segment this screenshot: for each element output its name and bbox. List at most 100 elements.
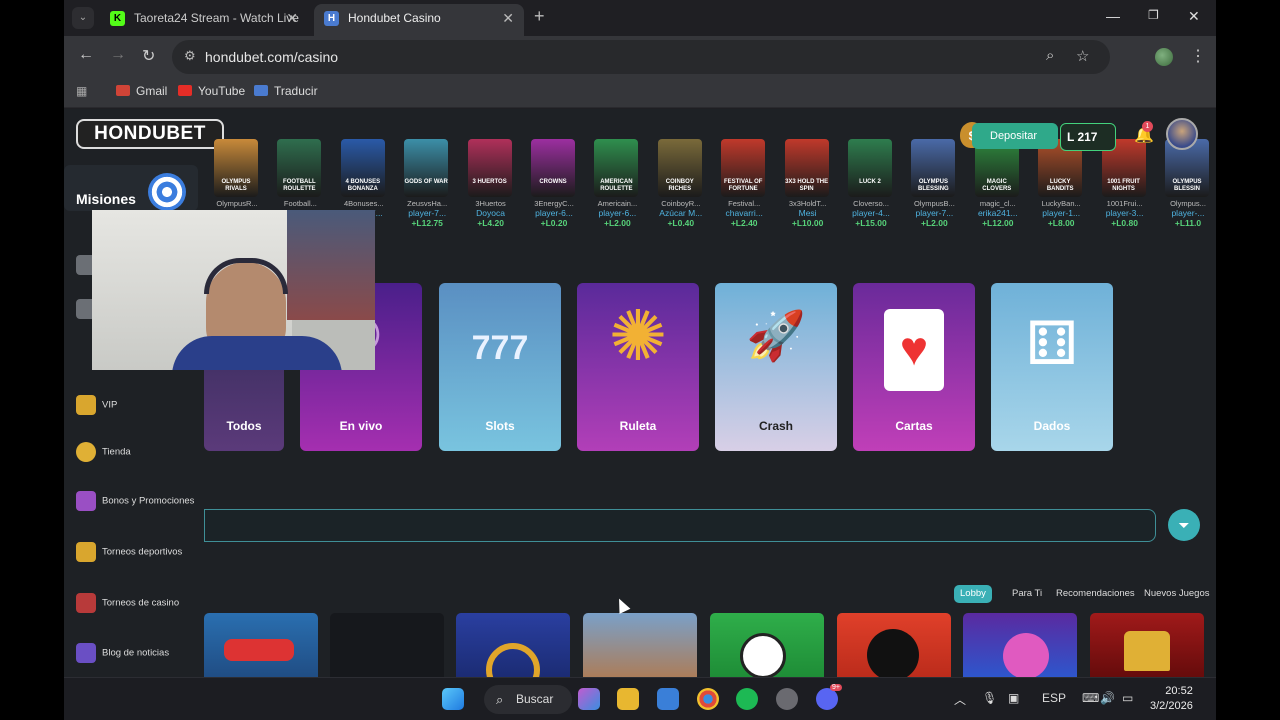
taskbar-search[interactable]: ⌕ Buscar [484, 685, 572, 714]
battery-icon[interactable]: ▭ [1122, 691, 1133, 705]
bookmark-youtube[interactable]: YouTube [178, 84, 245, 98]
recent-win-card[interactable]: LUCK 2 Cloverso... player-4... +L15.00 [848, 139, 894, 228]
discord-badge: 9+ [830, 684, 842, 691]
win-amount: +L0.20 [540, 218, 568, 228]
recent-win-card[interactable]: FOOTBALL ROULETTE Football... [277, 139, 323, 208]
windows-start-icon[interactable] [442, 688, 464, 710]
sidebar-item-vip[interactable]: VIP [76, 395, 117, 419]
close-tab-icon[interactable]: ✕ [502, 4, 514, 32]
copilot-icon[interactable] [578, 688, 600, 710]
discord-icon[interactable] [816, 688, 838, 710]
game-name: 3EnergyC... [534, 199, 574, 208]
recent-win-card[interactable]: GODS OF WAR ZeusvsHa... player-7... +L12.75 [404, 139, 450, 228]
chrome-icon[interactable] [697, 688, 719, 710]
file-explorer-icon[interactable] [617, 688, 639, 710]
deposit-button[interactable]: Depositar [972, 123, 1058, 149]
tab-kick[interactable]: K Taoreta24 Stream - Watch Live ✕ [100, 4, 308, 36]
gift-icon [76, 491, 96, 511]
game-tile[interactable] [330, 613, 444, 677]
recent-win-card[interactable]: FESTIVAL OF FORTUNE Festival... chavarri..… [721, 139, 767, 228]
site-info-icon[interactable]: ⚙ [184, 48, 196, 64]
app-icon[interactable] [776, 688, 798, 710]
category-dados[interactable]: ⚅ Dados [991, 283, 1113, 451]
recent-win-card[interactable]: OLYMPUS BLESSIN Olympus... player-... +L11.… [1165, 139, 1211, 228]
tray-app-icon[interactable]: ▣ [1008, 691, 1019, 705]
minimize-button[interactable]: — [1106, 8, 1120, 24]
clock[interactable]: 20:52 3/2/2026 [1150, 684, 1193, 714]
balance-display[interactable]: L 217 [1060, 123, 1116, 151]
bookmarks-bar: ▦ Gmail YouTube Traducir [64, 78, 1216, 108]
outlook-icon[interactable] [657, 688, 679, 710]
missions-card[interactable]: Misiones [64, 165, 198, 211]
recent-win-card[interactable]: 3 HUERTOS 3Huertos Doyoca +L4.20 [467, 139, 514, 228]
bomb-icon [867, 629, 919, 677]
tab-recomendaciones[interactable]: Recomendaciones [1050, 585, 1141, 603]
sidebar-item-blog[interactable]: Blog de noticias [76, 643, 169, 667]
plane-icon [224, 639, 294, 661]
recent-win-card[interactable]: CROWNS 3EnergyC... player-6... +L0.20 [531, 139, 577, 228]
forward-button[interactable]: → [110, 46, 126, 64]
address-bar[interactable]: ⚙ hondubet.com/casino ⌕ ☆ [172, 40, 1110, 74]
recent-win-card[interactable]: MAGIC CLOVERS magic_cl... erika241... +L12.… [974, 139, 1021, 228]
game-tile[interactable] [963, 613, 1077, 677]
recent-win-card[interactable]: 3X3 HOLD THE SPIN 3x3HoldT... Mesi +L10.00 [784, 139, 831, 228]
tab-search-button[interactable]: ⌄ [72, 7, 94, 29]
tray-chevron-icon[interactable]: ︿ [954, 691, 966, 708]
game-search-input[interactable] [204, 509, 1156, 542]
recent-win-card[interactable]: AMERICAN ROULETTE Americain... player-6...… [594, 139, 640, 228]
recent-win-card[interactable]: LUCKY BANDITS LuckyBan... player-1... +L8.0… [1038, 139, 1084, 228]
recent-win-card[interactable]: 1001 FRUIT NIGHTS 1001Frui... player-3... +… [1101, 139, 1148, 228]
category-slots[interactable]: 777 Slots [439, 283, 561, 451]
tab-para-ti[interactable]: Para Ti [1006, 585, 1048, 603]
user-avatar[interactable] [1166, 118, 1198, 150]
coin-icon [486, 643, 540, 677]
profile-avatar[interactable] [1155, 48, 1173, 66]
bookmark-gmail[interactable]: Gmail [116, 84, 167, 98]
game-tile[interactable] [1090, 613, 1204, 677]
game-tile[interactable] [583, 613, 697, 677]
game-tile[interactable] [204, 613, 318, 677]
zoom-icon[interactable]: ⌕ [1046, 47, 1054, 64]
sidebar-item-tienda[interactable]: Tienda [76, 442, 131, 466]
sidebar-item-torneos-casino[interactable]: Torneos de casino [76, 593, 179, 617]
sidebar-item-bonos[interactable]: Bonos y Promociones [76, 491, 194, 515]
game-tile[interactable] [456, 613, 570, 677]
recent-win-card[interactable]: OLYMPUS BLESSING OlympusB... player-7... +L… [911, 139, 957, 228]
win-amount: +L8.00 [1047, 218, 1075, 228]
game-tile[interactable] [710, 613, 824, 677]
mouse-cursor [613, 596, 631, 614]
sidebar-item-torneos-deportivos[interactable]: Torneos deportivos [76, 542, 182, 566]
tab-lobby[interactable]: Lobby [954, 585, 992, 603]
volume-icon[interactable]: 🔊 [1100, 691, 1115, 705]
close-window-button[interactable]: ✕ [1188, 8, 1200, 25]
category-ruleta[interactable]: ✺ Ruleta [577, 283, 699, 451]
language-indicator[interactable]: ESP [1042, 691, 1066, 705]
restore-button[interactable]: ❐ [1148, 8, 1159, 22]
network-icon[interactable]: ⌨ [1082, 691, 1099, 705]
translate-icon [254, 85, 268, 96]
reload-button[interactable]: ↻ [142, 46, 155, 66]
hondubet-logo[interactable]: HONDUBET [76, 119, 224, 149]
microphone-icon[interactable]: 🎙 [982, 691, 997, 705]
game-tile[interactable] [837, 613, 951, 677]
recent-win-card[interactable]: OLYMPUS RIVALS OlympusR... [214, 139, 260, 208]
category-cartas[interactable]: ♥ Cartas [853, 283, 975, 451]
bookmark-star-icon[interactable]: ☆ [1076, 47, 1089, 65]
category-crash[interactable]: 🚀 Crash [715, 283, 837, 451]
apps-grid-icon[interactable]: ▦ [76, 84, 87, 98]
browser-menu-icon[interactable]: ⋮ [1190, 46, 1206, 66]
sidebar-item-label: Blog de noticias [102, 647, 170, 659]
close-tab-icon[interactable]: ✕ [286, 4, 298, 32]
recent-win-card[interactable]: COINBOY RICHES CoinboyR... Azúcar M... +L0.… [657, 139, 704, 228]
bookmark-traducir[interactable]: Traducir [254, 84, 318, 98]
filter-button[interactable]: ⏷ [1168, 509, 1200, 541]
hondubet-favicon-icon: H [324, 11, 339, 26]
new-tab-button[interactable]: + [534, 6, 545, 27]
player-name: player-4... [852, 208, 890, 218]
spotify-icon[interactable] [736, 688, 758, 710]
game-thumbnail: CROWNS [531, 139, 575, 197]
back-button[interactable]: ← [78, 46, 94, 64]
tab-hondubet[interactable]: H Hondubet Casino ✕ [314, 4, 524, 36]
tab-nuevos-juegos[interactable]: Nuevos Juegos [1138, 585, 1215, 603]
ball-icon [1003, 633, 1049, 677]
